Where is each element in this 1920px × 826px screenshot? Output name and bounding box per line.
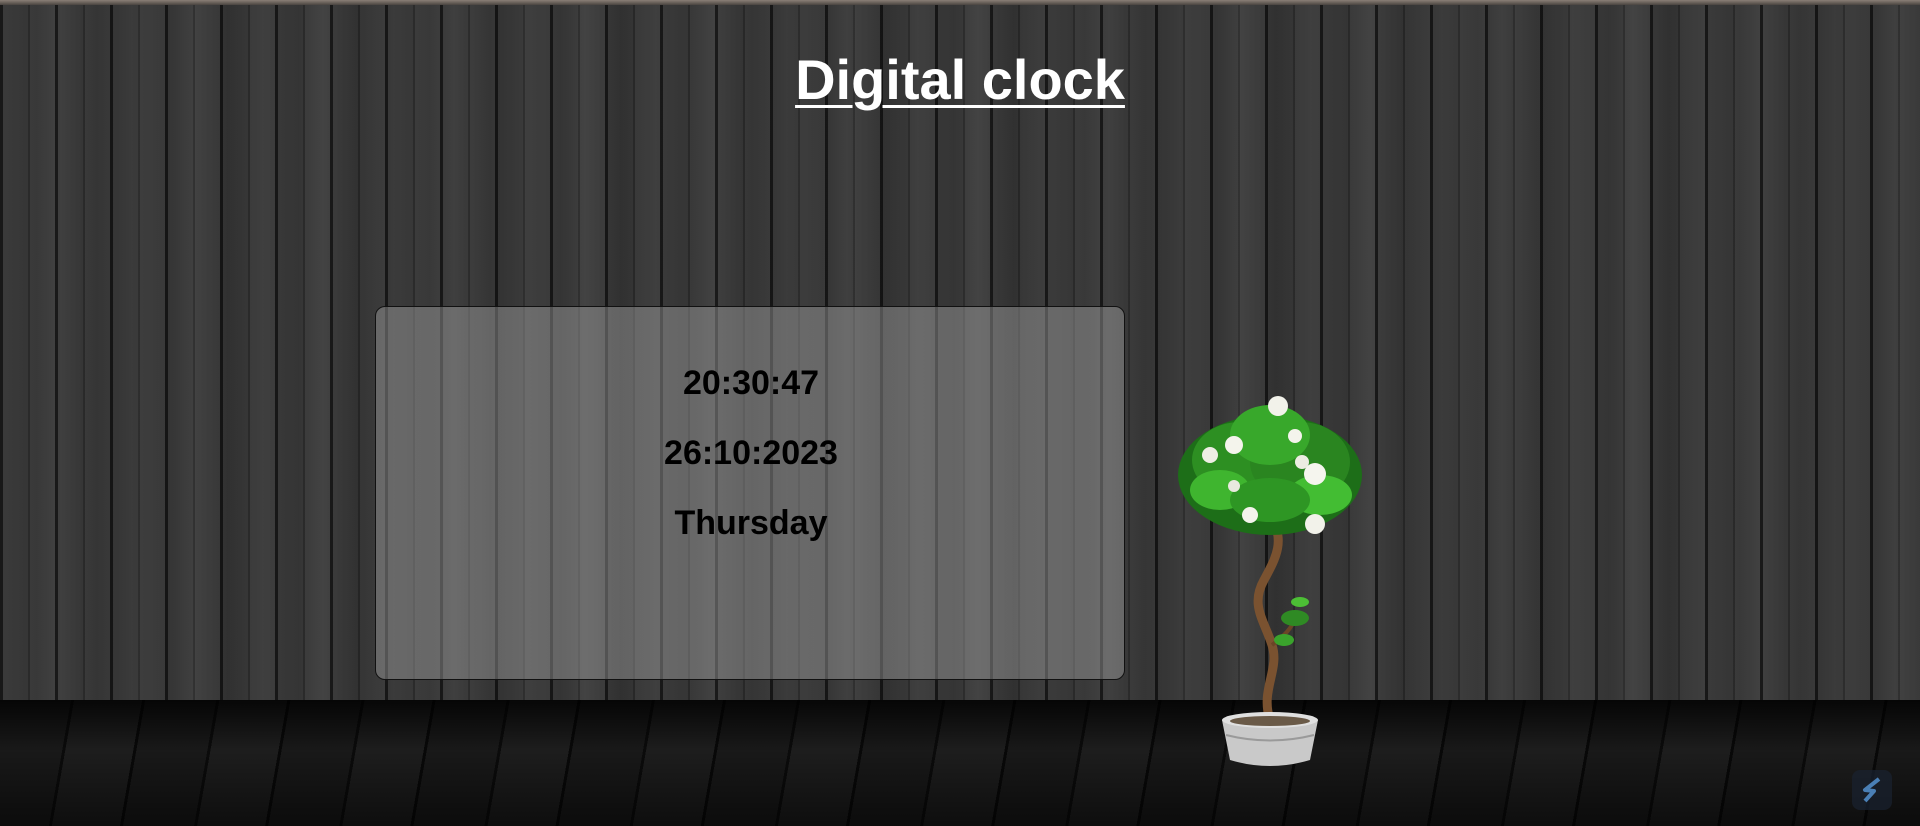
potted-tree-icon	[1178, 396, 1362, 766]
page-title: Digital clock	[795, 48, 1125, 111]
clock-day: Thursday	[674, 504, 828, 542]
wooden-floor-background	[0, 700, 1920, 826]
s-logo-icon	[1852, 770, 1892, 810]
clock-time: 20:30:47	[682, 364, 820, 402]
clock-panel: 20:30:47 26:10:2023 Thursday	[375, 306, 1125, 680]
clock-date: 26:10:2023	[664, 434, 838, 472]
